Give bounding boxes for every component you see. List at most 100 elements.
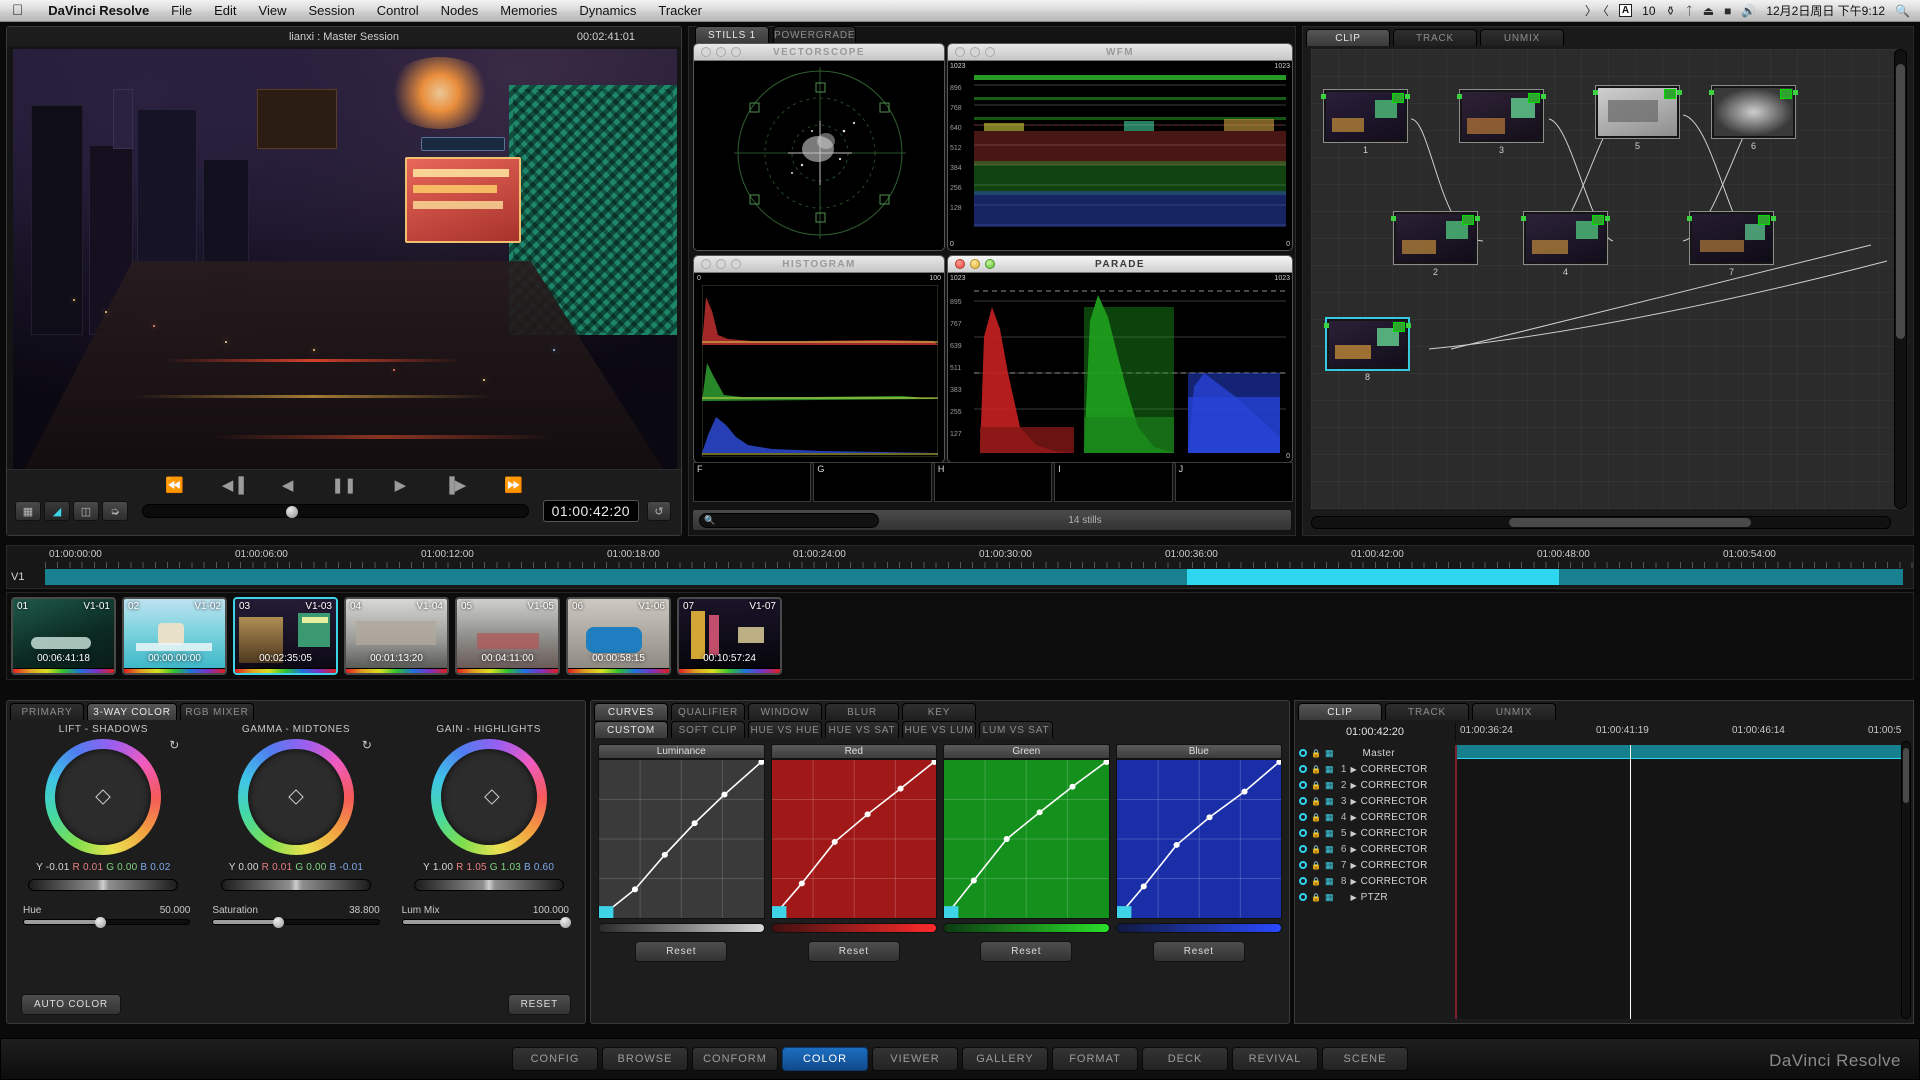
- tab-lum-vs-sat[interactable]: LUM VS SAT: [979, 721, 1053, 738]
- timeline-clip-bar[interactable]: [45, 569, 1903, 585]
- page-viewer[interactable]: VIEWER: [872, 1047, 958, 1071]
- wipe-mode-icon[interactable]: ◢: [44, 501, 70, 521]
- grid-icon[interactable]: ▦: [1325, 892, 1333, 903]
- grid-icon[interactable]: ▦: [1325, 860, 1333, 871]
- lock-icon[interactable]: 🔒: [1311, 797, 1321, 806]
- zoom-icon[interactable]: [731, 47, 741, 57]
- keyframe-playhead[interactable]: [1630, 745, 1631, 1019]
- keyframe-master-bar[interactable]: [1457, 745, 1901, 759]
- menu-item-edit[interactable]: Edit: [203, 0, 247, 22]
- viewer-scrubber[interactable]: [142, 504, 529, 518]
- node-input-port[interactable]: [1687, 216, 1692, 221]
- lock-icon[interactable]: 🔒: [1311, 845, 1321, 854]
- hue-handle[interactable]: [95, 917, 107, 928]
- zoom-icon[interactable]: [985, 47, 995, 57]
- reset-icon[interactable]: ↻: [169, 738, 179, 752]
- viewer-mode-icon[interactable]: ▦: [15, 501, 41, 521]
- enable-icon[interactable]: [1299, 829, 1307, 837]
- grid-icon[interactable]: ▦: [1325, 828, 1333, 839]
- minimize-icon[interactable]: [970, 259, 980, 269]
- lock-icon[interactable]: 🔒: [1311, 749, 1321, 758]
- step-forward-button[interactable]: ▐▶: [444, 476, 466, 494]
- tab-qualifier[interactable]: QUALIFIER: [671, 703, 745, 720]
- node-output-port[interactable]: [1405, 94, 1410, 99]
- expand-arrow-icon[interactable]: ▶: [1350, 877, 1356, 886]
- scope-vectorscope[interactable]: VECTORSCOPE: [693, 43, 945, 251]
- node-output-port[interactable]: [1541, 94, 1546, 99]
- tab-unmix-keyframe[interactable]: UNMIX: [1472, 703, 1556, 720]
- timeline-video-track[interactable]: V1: [7, 568, 1913, 588]
- keyframe-row[interactable]: 🔒 ▦ 8 ▶ CORRECTOR: [1295, 873, 1455, 889]
- clip-thumbnail[interactable]: 02 V1-02 00:00:00:00: [122, 597, 227, 675]
- keyframe-row[interactable]: 🔒 ▦ 2 ▶ CORRECTOR: [1295, 777, 1455, 793]
- page-conform[interactable]: CONFORM: [692, 1047, 778, 1071]
- menu-item-memories[interactable]: Memories: [489, 0, 568, 22]
- node-4[interactable]: 4: [1521, 211, 1610, 277]
- gamma-color-wheel[interactable]: [237, 739, 354, 855]
- lock-icon[interactable]: 🔒: [1311, 813, 1321, 822]
- auto-color-button[interactable]: AUTO COLOR: [21, 994, 121, 1015]
- grid-icon[interactable]: ▦: [1325, 796, 1333, 807]
- page-format[interactable]: FORMAT: [1052, 1047, 1138, 1071]
- grid-icon[interactable]: ▦: [1325, 764, 1333, 775]
- page-deck[interactable]: DECK: [1142, 1047, 1228, 1071]
- menu-item-session[interactable]: Session: [297, 0, 365, 22]
- clip-thumbnail[interactable]: 05 V1-05 00:04:11:00: [455, 597, 560, 675]
- tab-soft-clip[interactable]: SOFT CLIP: [671, 721, 745, 738]
- zoom-icon[interactable]: [731, 259, 741, 269]
- curve-bar-red[interactable]: [770, 923, 937, 933]
- node-input-port[interactable]: [1324, 323, 1329, 328]
- volume-icon[interactable]: 🔊: [1741, 4, 1756, 18]
- timeline-ruler[interactable]: 01:00:00:00 01:00:06:00 01:00:12:00 01:0…: [45, 546, 1913, 568]
- lock-icon[interactable]: 🔒: [1311, 765, 1321, 774]
- loop-icon[interactable]: ↺: [647, 501, 671, 521]
- hue-track[interactable]: [23, 917, 191, 928]
- clip-thumbnail-selected[interactable]: 03 V1-03 00:02:35:05: [233, 597, 338, 675]
- menu-item-file[interactable]: File: [160, 0, 203, 22]
- page-revival[interactable]: REVIVAL: [1232, 1047, 1318, 1071]
- battery-icon[interactable]: ■: [1724, 4, 1731, 18]
- keyframe-row-master[interactable]: 🔒 ▦ Master: [1295, 745, 1455, 761]
- close-icon[interactable]: [955, 47, 965, 57]
- scroll-thumb[interactable]: [1903, 747, 1909, 803]
- rewind-button[interactable]: ⏪: [165, 476, 184, 494]
- tab-3way-color[interactable]: 3-WAY COLOR: [87, 703, 177, 720]
- reset-curve-green[interactable]: Reset: [980, 941, 1073, 962]
- tab-clip-keyframe[interactable]: CLIP: [1298, 703, 1382, 720]
- tab-key[interactable]: KEY: [902, 703, 976, 720]
- gallery-search-input[interactable]: 🔍: [699, 512, 879, 528]
- node-input-port[interactable]: [1391, 216, 1396, 221]
- pause-button[interactable]: ❚❚: [331, 476, 356, 494]
- keyframe-row[interactable]: 🔒 ▦ 1 ▶ CORRECTOR: [1295, 761, 1455, 777]
- grid-icon[interactable]: ▦: [1325, 780, 1333, 791]
- curve-bar-luminance[interactable]: [598, 923, 765, 933]
- tab-track-keyframe[interactable]: TRACK: [1385, 703, 1469, 720]
- apple-icon[interactable]: : [12, 3, 23, 18]
- tab-window[interactable]: WINDOW: [748, 703, 822, 720]
- reset-curve-blue[interactable]: Reset: [1152, 941, 1245, 962]
- tab-clip[interactable]: CLIP: [1306, 29, 1390, 46]
- tab-powergrade[interactable]: POWERGRADE: [773, 26, 857, 43]
- curve-bar-green[interactable]: [943, 923, 1110, 933]
- step-back-button[interactable]: ◀: [282, 476, 294, 494]
- node-1[interactable]: 1: [1321, 89, 1410, 155]
- menu-item-nodes[interactable]: Nodes: [430, 0, 490, 22]
- minimize-icon[interactable]: [970, 47, 980, 57]
- node-output-port[interactable]: [1406, 323, 1411, 328]
- play-button[interactable]: ▶: [395, 476, 407, 494]
- lock-icon[interactable]: 🔒: [1311, 861, 1321, 870]
- tab-rgb-mixer[interactable]: RGB MIXER: [180, 703, 254, 720]
- node-graph-canvas[interactable]: 1 3 5 6 2 4 7 8: [1311, 49, 1905, 509]
- lock-icon[interactable]: 🔒: [1311, 877, 1321, 886]
- tab-track[interactable]: TRACK: [1393, 29, 1477, 46]
- enable-icon[interactable]: [1299, 813, 1307, 821]
- node-input-port[interactable]: [1457, 94, 1462, 99]
- viewer-timecode[interactable]: 01:00:42:20: [542, 500, 639, 522]
- node-graph-vscrollbar[interactable]: [1894, 49, 1907, 509]
- step-back-fast-button[interactable]: ◀▐: [222, 476, 244, 494]
- scrubber-handle[interactable]: [286, 506, 298, 518]
- curve-canvas-luminance[interactable]: [598, 759, 765, 919]
- saturation-track[interactable]: [212, 917, 380, 928]
- expand-arrow-icon[interactable]: ▶: [1350, 781, 1356, 790]
- input-source-badge[interactable]: A: [1618, 4, 1633, 17]
